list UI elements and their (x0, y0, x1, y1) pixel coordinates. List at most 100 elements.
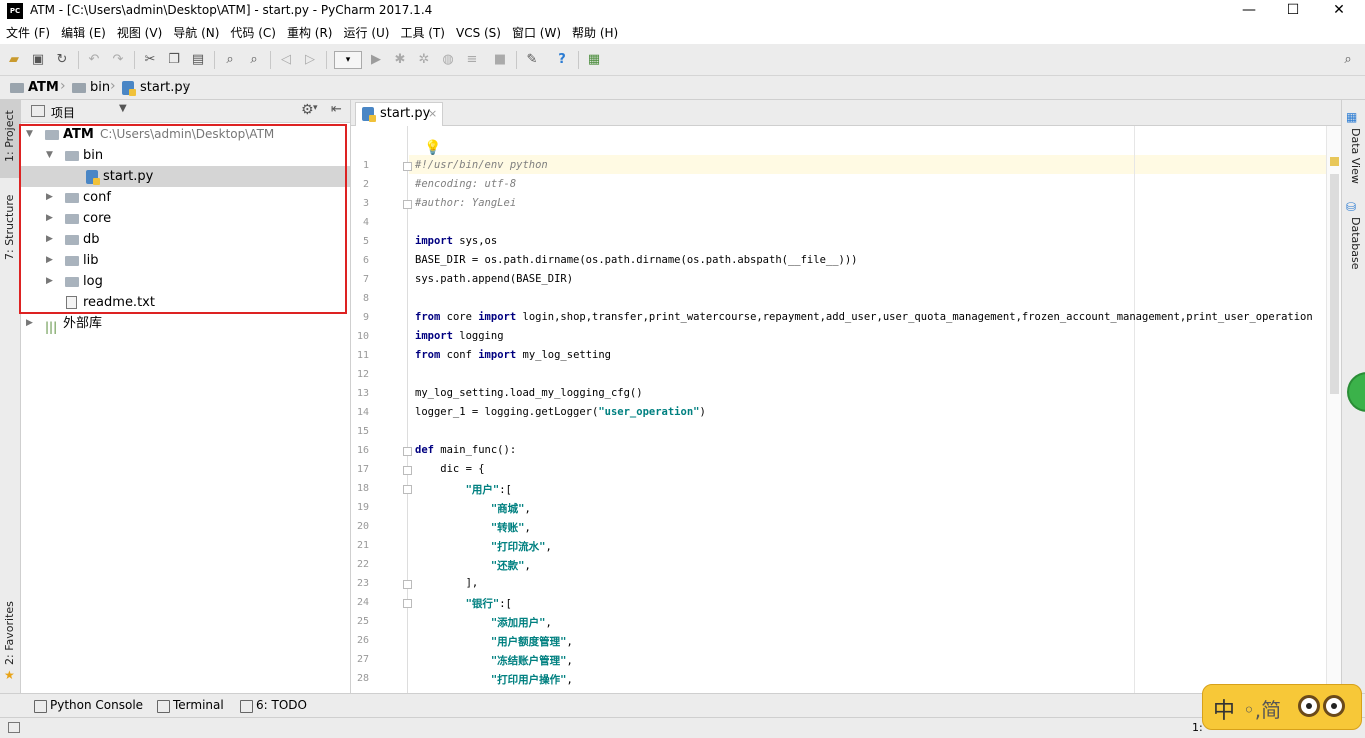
panel-toggle-icon[interactable] (8, 722, 20, 733)
save-icon[interactable]: ▣ (30, 52, 46, 68)
coverage-icon[interactable]: ✲ (416, 52, 432, 68)
maximize-button[interactable]: ☐ (1270, 0, 1316, 22)
run-icon[interactable]: ▶ (368, 52, 384, 68)
fold-marker-icon[interactable] (403, 447, 412, 456)
menu-window[interactable]: 窗口 (W) (512, 22, 561, 44)
editor-scrollbar[interactable] (1326, 126, 1341, 693)
paste-icon[interactable]: ▤ (190, 52, 206, 68)
replace-icon[interactable]: ⌕ (246, 52, 262, 68)
close-button[interactable]: ✕ (1316, 0, 1362, 22)
menu-tools[interactable]: 工具 (T) (400, 22, 445, 44)
menu-refactor[interactable]: 重构 (R) (287, 22, 333, 44)
code-line[interactable]: #encoding: utf-8 (415, 178, 516, 190)
menu-navigate[interactable]: 导航 (N) (173, 22, 219, 44)
code-line[interactable]: "还款", (415, 558, 531, 573)
hide-panel-icon[interactable]: ⇤ (331, 102, 342, 117)
forward-icon[interactable]: ▷ (302, 52, 318, 68)
menu-edit[interactable]: 编辑 (E) (61, 22, 106, 44)
concurrency-icon[interactable]: ≡ (464, 52, 480, 68)
debug-icon[interactable]: ✱ (392, 52, 408, 68)
breadcrumb-atm[interactable]: ATM (8, 79, 59, 97)
tree-item-external-libraries[interactable]: ▶ ||| 外部库 (21, 313, 350, 334)
code-line[interactable]: "银行":[ (415, 596, 512, 611)
project-panel-title[interactable]: 项目 (51, 104, 75, 121)
code-line[interactable]: "添加用户", (415, 615, 552, 630)
fold-marker-icon[interactable] (403, 599, 412, 608)
back-icon[interactable]: ◁ (278, 52, 294, 68)
tab-python-console[interactable]: Python Console (34, 698, 143, 713)
code-line[interactable]: "冻结账户管理", (415, 653, 573, 668)
code-line[interactable]: import sys,os (415, 235, 497, 247)
code-line[interactable]: "用户额度管理", (415, 634, 573, 649)
lightbulb-icon[interactable]: 💡 (424, 140, 441, 156)
code-line[interactable]: "打印用户操作", (415, 672, 573, 687)
code-line[interactable]: sys.path.append(BASE_DIR) (415, 273, 573, 285)
plugin-icon[interactable]: ▦ (586, 52, 602, 68)
chevron-down-icon[interactable]: ▾ (313, 103, 318, 113)
code-line[interactable]: "转账", (415, 520, 531, 535)
menu-help[interactable]: 帮助 (H) (572, 22, 618, 44)
fold-marker-icon[interactable] (403, 580, 412, 589)
fold-marker-icon[interactable] (403, 162, 412, 171)
settings-wrench-icon[interactable]: ✎ (524, 52, 540, 68)
menu-run[interactable]: 运行 (U) (344, 22, 390, 44)
expand-arrow-icon[interactable]: ▶ (26, 313, 33, 334)
scroll-thumb[interactable] (1330, 174, 1339, 394)
code-line[interactable]: def main_func(): (415, 444, 516, 456)
menu-file[interactable]: 文件 (F) (6, 22, 50, 44)
tab-terminal[interactable]: Terminal (157, 698, 224, 713)
tab-database[interactable]: Database (1349, 217, 1362, 270)
redo-icon[interactable]: ↷ (110, 52, 126, 68)
search-everywhere-icon[interactable]: ⌕ (1340, 52, 1356, 68)
menu-code[interactable]: 代码 (C) (230, 22, 276, 44)
ime-options[interactable]: ◦,简 (1243, 694, 1281, 723)
profile-icon[interactable]: ◍ (440, 52, 456, 68)
code-line[interactable]: logger_1 = logging.getLogger("user_opera… (415, 406, 706, 418)
tab-todo[interactable]: 6: TODO (240, 698, 307, 713)
menu-vcs[interactable]: VCS (S) (456, 22, 501, 44)
code-line[interactable]: "用户":[ (415, 482, 512, 497)
sync-icon[interactable]: ↻ (54, 52, 70, 68)
code-line[interactable]: BASE_DIR = os.path.dirname(os.path.dirna… (415, 254, 858, 266)
bottom-tool-bar: Python Console Terminal 6: TODO (0, 693, 1365, 717)
breadcrumb-start-py[interactable]: start.py (120, 79, 190, 97)
line-number: 19 (356, 502, 369, 513)
help-icon[interactable]: ? (554, 52, 570, 68)
close-tab-icon[interactable]: × (428, 103, 437, 125)
cursor-position[interactable]: 1: (1192, 721, 1203, 734)
tab-favorites[interactable]: 2: Favorites (3, 601, 16, 665)
code-line[interactable]: from core import login,shop,transfer,pri… (415, 311, 1313, 323)
open-folder-icon[interactable]: ▰ (6, 52, 22, 68)
code-line[interactable]: "商城", (415, 501, 531, 516)
code-line[interactable]: import logging (415, 330, 504, 342)
undo-icon[interactable]: ↶ (86, 52, 102, 68)
code-line[interactable]: ], (415, 577, 479, 589)
code-line[interactable]: "打印流水", (415, 539, 552, 554)
tab-start-py[interactable]: start.py × (355, 102, 443, 126)
minimize-button[interactable]: — (1226, 0, 1272, 22)
code-line[interactable]: #author: YangLei (415, 197, 516, 209)
fold-marker-icon[interactable] (403, 485, 412, 494)
chevron-down-icon[interactable]: ▼ (119, 103, 127, 114)
tab-data-view[interactable]: Data View (1349, 128, 1362, 184)
gear-icon[interactable]: ⚙ (301, 102, 314, 118)
cut-icon[interactable]: ✂ (142, 52, 158, 68)
code-line[interactable]: dic = { (415, 463, 484, 475)
run-config-dropdown[interactable]: ▾ (334, 51, 362, 69)
ime-toolbar[interactable]: 中 ◦,简 (1202, 684, 1362, 730)
tab-project[interactable]: 1: Project (3, 110, 16, 162)
code-line[interactable]: my_log_setting.load_my_logging_cfg() (415, 387, 643, 399)
fold-marker-icon[interactable] (403, 200, 412, 209)
copy-icon[interactable]: ❐ (166, 52, 182, 68)
find-icon[interactable]: ⌕ (222, 52, 238, 68)
chevron-right-icon: › (60, 78, 66, 94)
ime-mode[interactable]: 中 (1213, 693, 1235, 725)
line-number: 13 (356, 388, 369, 399)
fold-marker-icon[interactable] (403, 466, 412, 475)
tab-structure[interactable]: 7: Structure (3, 195, 16, 260)
code-line[interactable]: from conf import my_log_setting (415, 349, 611, 361)
stop-icon[interactable]: ■ (492, 52, 508, 68)
menu-view[interactable]: 视图 (V) (117, 22, 162, 44)
code-line[interactable]: #!/usr/bin/env python (415, 159, 548, 171)
breadcrumb-bin[interactable]: bin (70, 79, 110, 97)
